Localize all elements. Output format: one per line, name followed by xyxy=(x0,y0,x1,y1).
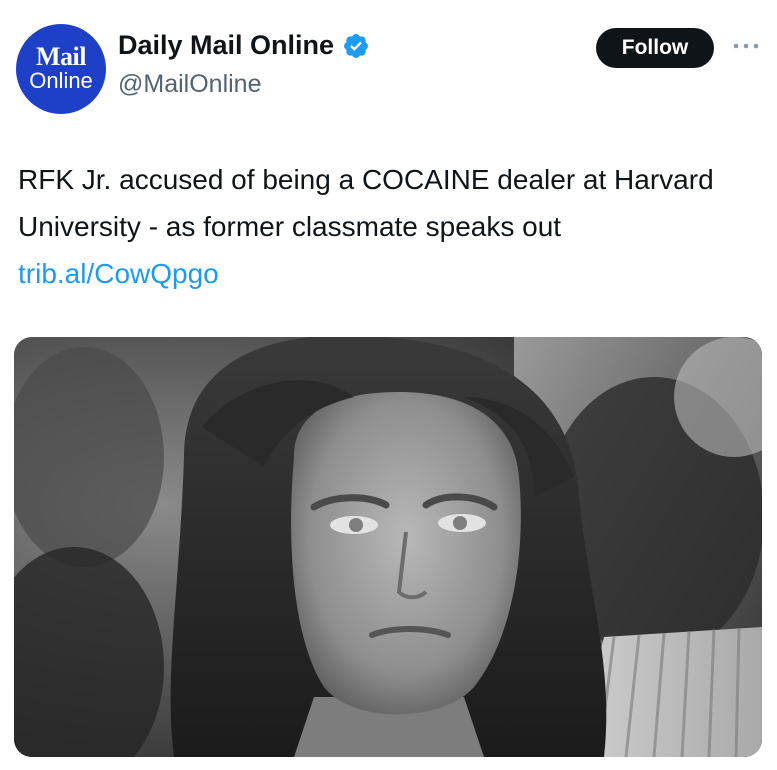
post-header: Mail Online Daily Mail Online @MailOnlin… xyxy=(0,0,777,130)
verified-badge-icon xyxy=(344,33,369,58)
avatar-logo-mail: Mail xyxy=(36,42,87,71)
post-body: RFK Jr. accused of being a COCAINE deale… xyxy=(18,164,714,242)
media-photo xyxy=(14,337,762,757)
name-row: Daily Mail Online xyxy=(118,30,370,61)
post-media[interactable] xyxy=(14,337,762,757)
avatar[interactable]: Mail Online xyxy=(16,24,106,114)
display-name[interactable]: Daily Mail Online xyxy=(118,30,334,61)
more-horizontal-icon[interactable] xyxy=(731,40,761,52)
post-text: RFK Jr. accused of being a COCAINE deale… xyxy=(18,156,763,297)
account-handle[interactable]: @MailOnline xyxy=(118,70,261,99)
follow-button[interactable]: Follow xyxy=(596,28,714,68)
post-link[interactable]: trib.al/CowQpgo xyxy=(18,258,219,289)
avatar-logo-online: Online xyxy=(29,68,93,93)
